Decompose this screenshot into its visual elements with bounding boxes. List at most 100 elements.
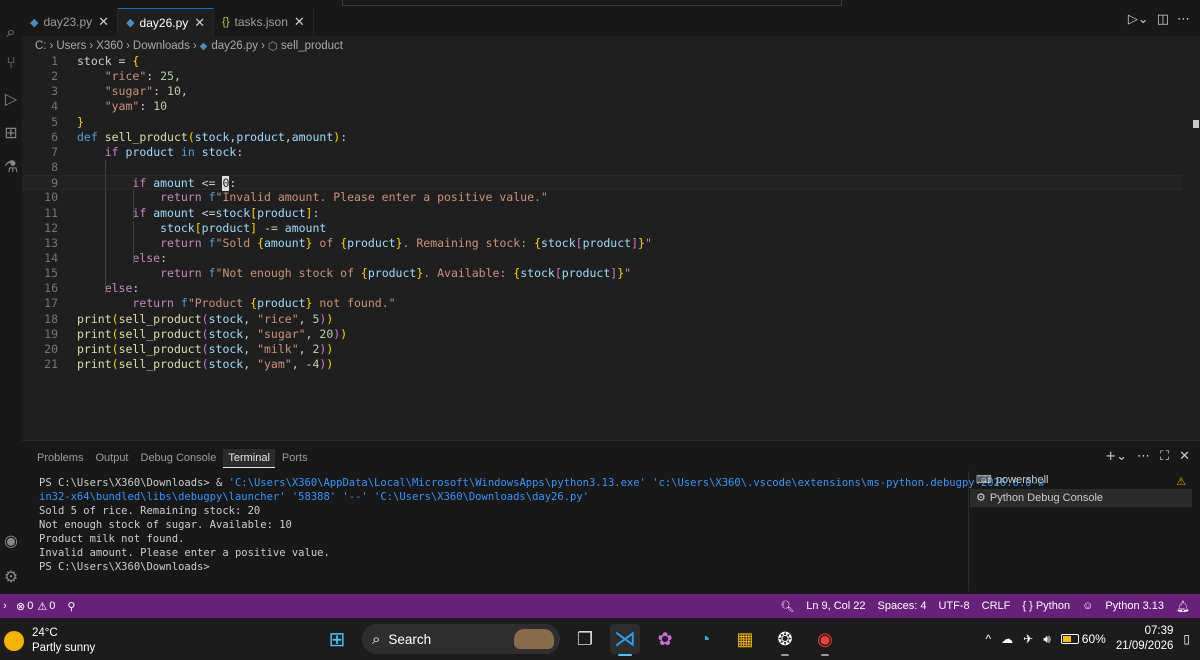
- code-line[interactable]: 14 else:: [22, 251, 1182, 266]
- notification-center-icon[interactable]: ▯: [1183, 632, 1190, 646]
- end-of-line[interactable]: CRLF: [982, 600, 1011, 612]
- running-indicator: [618, 654, 632, 656]
- tab-day26[interactable]: ◆ day26.py ✕: [118, 8, 215, 36]
- taskbar-search[interactable]: ⌕ Search: [362, 624, 560, 654]
- encoding[interactable]: UTF-8: [938, 600, 969, 612]
- explorer-search-icon[interactable]: ⌕: [0, 18, 22, 46]
- close-icon[interactable]: ✕: [98, 14, 109, 30]
- language-mode[interactable]: { } Python: [1022, 600, 1070, 612]
- maximize-panel-icon[interactable]: ⛶: [1160, 449, 1169, 464]
- breadcrumb-users[interactable]: Users: [56, 40, 86, 52]
- weather-widget[interactable]: 24°C Partly sunny: [4, 626, 95, 656]
- breadcrumb-downloads[interactable]: Downloads: [133, 40, 190, 52]
- code-line[interactable]: 3 "sugar": 10,: [22, 84, 1182, 99]
- terminal-item-powershell[interactable]: ⌨ powershell ⚠: [970, 471, 1192, 489]
- copilot-app-icon[interactable]: ✿: [650, 624, 680, 654]
- more-actions-icon[interactable]: ⋯: [1137, 449, 1150, 464]
- account-icon[interactable]: ◉: [0, 526, 22, 554]
- code-line[interactable]: 17 return f"Product {product} not found.…: [22, 296, 1182, 311]
- terminal-item-python-debug[interactable]: ⚙ Python Debug Console: [970, 489, 1192, 507]
- chatgpt-app-icon[interactable]: ❂: [770, 624, 800, 656]
- code-line[interactable]: 18 print(sell_product(stock, "rice", 5)): [22, 312, 1182, 327]
- terminal-icon: ⌨: [976, 474, 992, 486]
- split-editor-icon[interactable]: ◫: [1157, 12, 1169, 27]
- code-line[interactable]: 5}: [22, 115, 1182, 130]
- code-line[interactable]: 4 "yam": 10: [22, 99, 1182, 114]
- python-interpreter[interactable]: Python 3.13: [1105, 600, 1164, 612]
- chrome-browser-icon[interactable]: ◉: [810, 624, 840, 656]
- python-file-icon: ◆: [126, 17, 135, 29]
- copilot-icon[interactable]: ☺: [1082, 600, 1093, 612]
- code-line[interactable]: 6 def sell_product(stock,product,amount):: [22, 130, 1182, 145]
- zoom-icon[interactable]: 🔍︎: [780, 600, 794, 613]
- close-icon[interactable]: ✕: [294, 14, 305, 30]
- code-line[interactable]: 13 return f"Sold {amount} of {product}. …: [22, 236, 1182, 251]
- terminal-prompt: PS C:\Users\X360\Downloads> &: [39, 477, 229, 489]
- line-number: 5: [51, 114, 58, 129]
- tab-problems[interactable]: Problems: [32, 449, 88, 468]
- weather-condition: Partly sunny: [32, 642, 96, 654]
- code-line[interactable]: 15 return f"Not enough stock of {product…: [22, 266, 1182, 281]
- show-hidden-icons-icon[interactable]: ^: [986, 632, 992, 646]
- breadcrumb-symbol[interactable]: sell_product: [281, 40, 343, 52]
- more-actions-icon[interactable]: ⋯: [1177, 12, 1190, 27]
- new-terminal-icon[interactable]: +⌄: [1105, 449, 1127, 464]
- task-view-icon[interactable]: ❐: [570, 624, 600, 654]
- start-windows-icon[interactable]: ⊞: [322, 624, 352, 654]
- clock[interactable]: 07:39 21/09/2026: [1116, 624, 1174, 654]
- indent-guide: [133, 190, 134, 219]
- cursor-position[interactable]: Ln 9, Col 22: [806, 600, 865, 612]
- breadcrumb-file[interactable]: day26.py: [211, 40, 258, 52]
- battery-status[interactable]: 60%: [1060, 632, 1106, 646]
- extensions-icon[interactable]: ⊞: [0, 118, 22, 146]
- tab-debug-console[interactable]: Debug Console: [136, 449, 222, 468]
- testing-icon[interactable]: ⚗: [0, 152, 22, 180]
- code-line[interactable]: 20 print(sell_product(stock, "milk", 2)): [22, 342, 1182, 357]
- panel-divider[interactable]: [968, 471, 969, 591]
- tab-day23[interactable]: ◆ day23.py ✕: [22, 8, 119, 36]
- close-panel-icon[interactable]: ✕: [1179, 449, 1190, 464]
- settings-gear-icon[interactable]: ⚙: [0, 562, 22, 590]
- code-text: stock[product] -= amount: [160, 220, 327, 235]
- airplane-mode-icon[interactable]: ✈: [1023, 632, 1033, 646]
- json-file-icon: {}: [222, 16, 230, 28]
- tab-tasks-json[interactable]: {} tasks.json ✕: [214, 8, 314, 36]
- terminal-output[interactable]: PS C:\Users\X360\Downloads> & 'C:\Users\…: [39, 476, 1044, 574]
- notifications-bell-icon[interactable]: 🔔︎: [1176, 600, 1190, 613]
- microsoft-store-icon[interactable]: ▦: [730, 624, 760, 654]
- code-line[interactable]: 7 if product in stock:: [22, 145, 1182, 160]
- tab-terminal[interactable]: Terminal: [223, 449, 275, 468]
- tab-ports[interactable]: Ports: [277, 449, 313, 468]
- code-line[interactable]: 19 print(sell_product(stock, "sugar", 20)…: [22, 327, 1182, 342]
- code-line[interactable]: 10 return f"Invalid amount. Please enter…: [22, 190, 1182, 205]
- vscode-app-icon[interactable]: ⋊: [610, 624, 640, 656]
- run-python-icon[interactable]: ▷⌄: [1128, 12, 1149, 27]
- breadcrumb-x360[interactable]: X360: [96, 40, 123, 52]
- editor-scrollbar[interactable]: [1192, 54, 1200, 438]
- status-bar: › ⊗ 0 ⚠ 0 ⚲ 🔍︎ Ln 9, Col 22 Spaces: 4 UT…: [0, 594, 1200, 618]
- ports-icon[interactable]: ⚲: [67, 600, 75, 613]
- tab-output[interactable]: Output: [90, 449, 133, 468]
- run-debug-icon[interactable]: ▷: [0, 84, 22, 112]
- close-icon[interactable]: ✕: [194, 15, 205, 31]
- source-control-icon[interactable]: ⑂: [0, 48, 22, 76]
- volume-icon[interactable]: 🔊︎: [1043, 632, 1051, 647]
- code-line[interactable]: 1 stock = {: [22, 54, 1182, 69]
- system-tray: ^ ☁ ✈ 🔊︎ 60% 07:39 21/09/2026 ▯: [986, 624, 1190, 654]
- code-line[interactable]: 11 if amount <=stock[product]:: [22, 206, 1182, 221]
- code-editor[interactable]: 1 stock = {2 "rice": 25, 3 "sugar": 10, 4 "…: [22, 54, 1192, 438]
- code-line[interactable]: 9 if amount <= 0:: [22, 175, 1182, 192]
- code-line[interactable]: 8: [22, 160, 1182, 175]
- problems-status[interactable]: ⊗ 0 ⚠ 0: [16, 600, 55, 613]
- onedrive-icon[interactable]: ☁: [1001, 632, 1013, 646]
- breadcrumb-drive[interactable]: C:: [35, 40, 47, 52]
- code-line[interactable]: 21 print(sell_product(stock, "yam", -4)): [22, 357, 1182, 372]
- code-line[interactable]: 2 "rice": 25,: [22, 69, 1182, 84]
- remote-icon[interactable]: ›: [0, 594, 10, 618]
- code-line[interactable]: 16 else:: [22, 281, 1182, 296]
- chevron-right-icon: ›: [261, 40, 265, 52]
- code-line[interactable]: 12 stock[product] -= amount: [22, 221, 1182, 236]
- edge-browser-icon[interactable]: ◔: [690, 624, 720, 654]
- indentation[interactable]: Spaces: 4: [878, 600, 927, 612]
- chevron-right-icon: ›: [126, 40, 130, 52]
